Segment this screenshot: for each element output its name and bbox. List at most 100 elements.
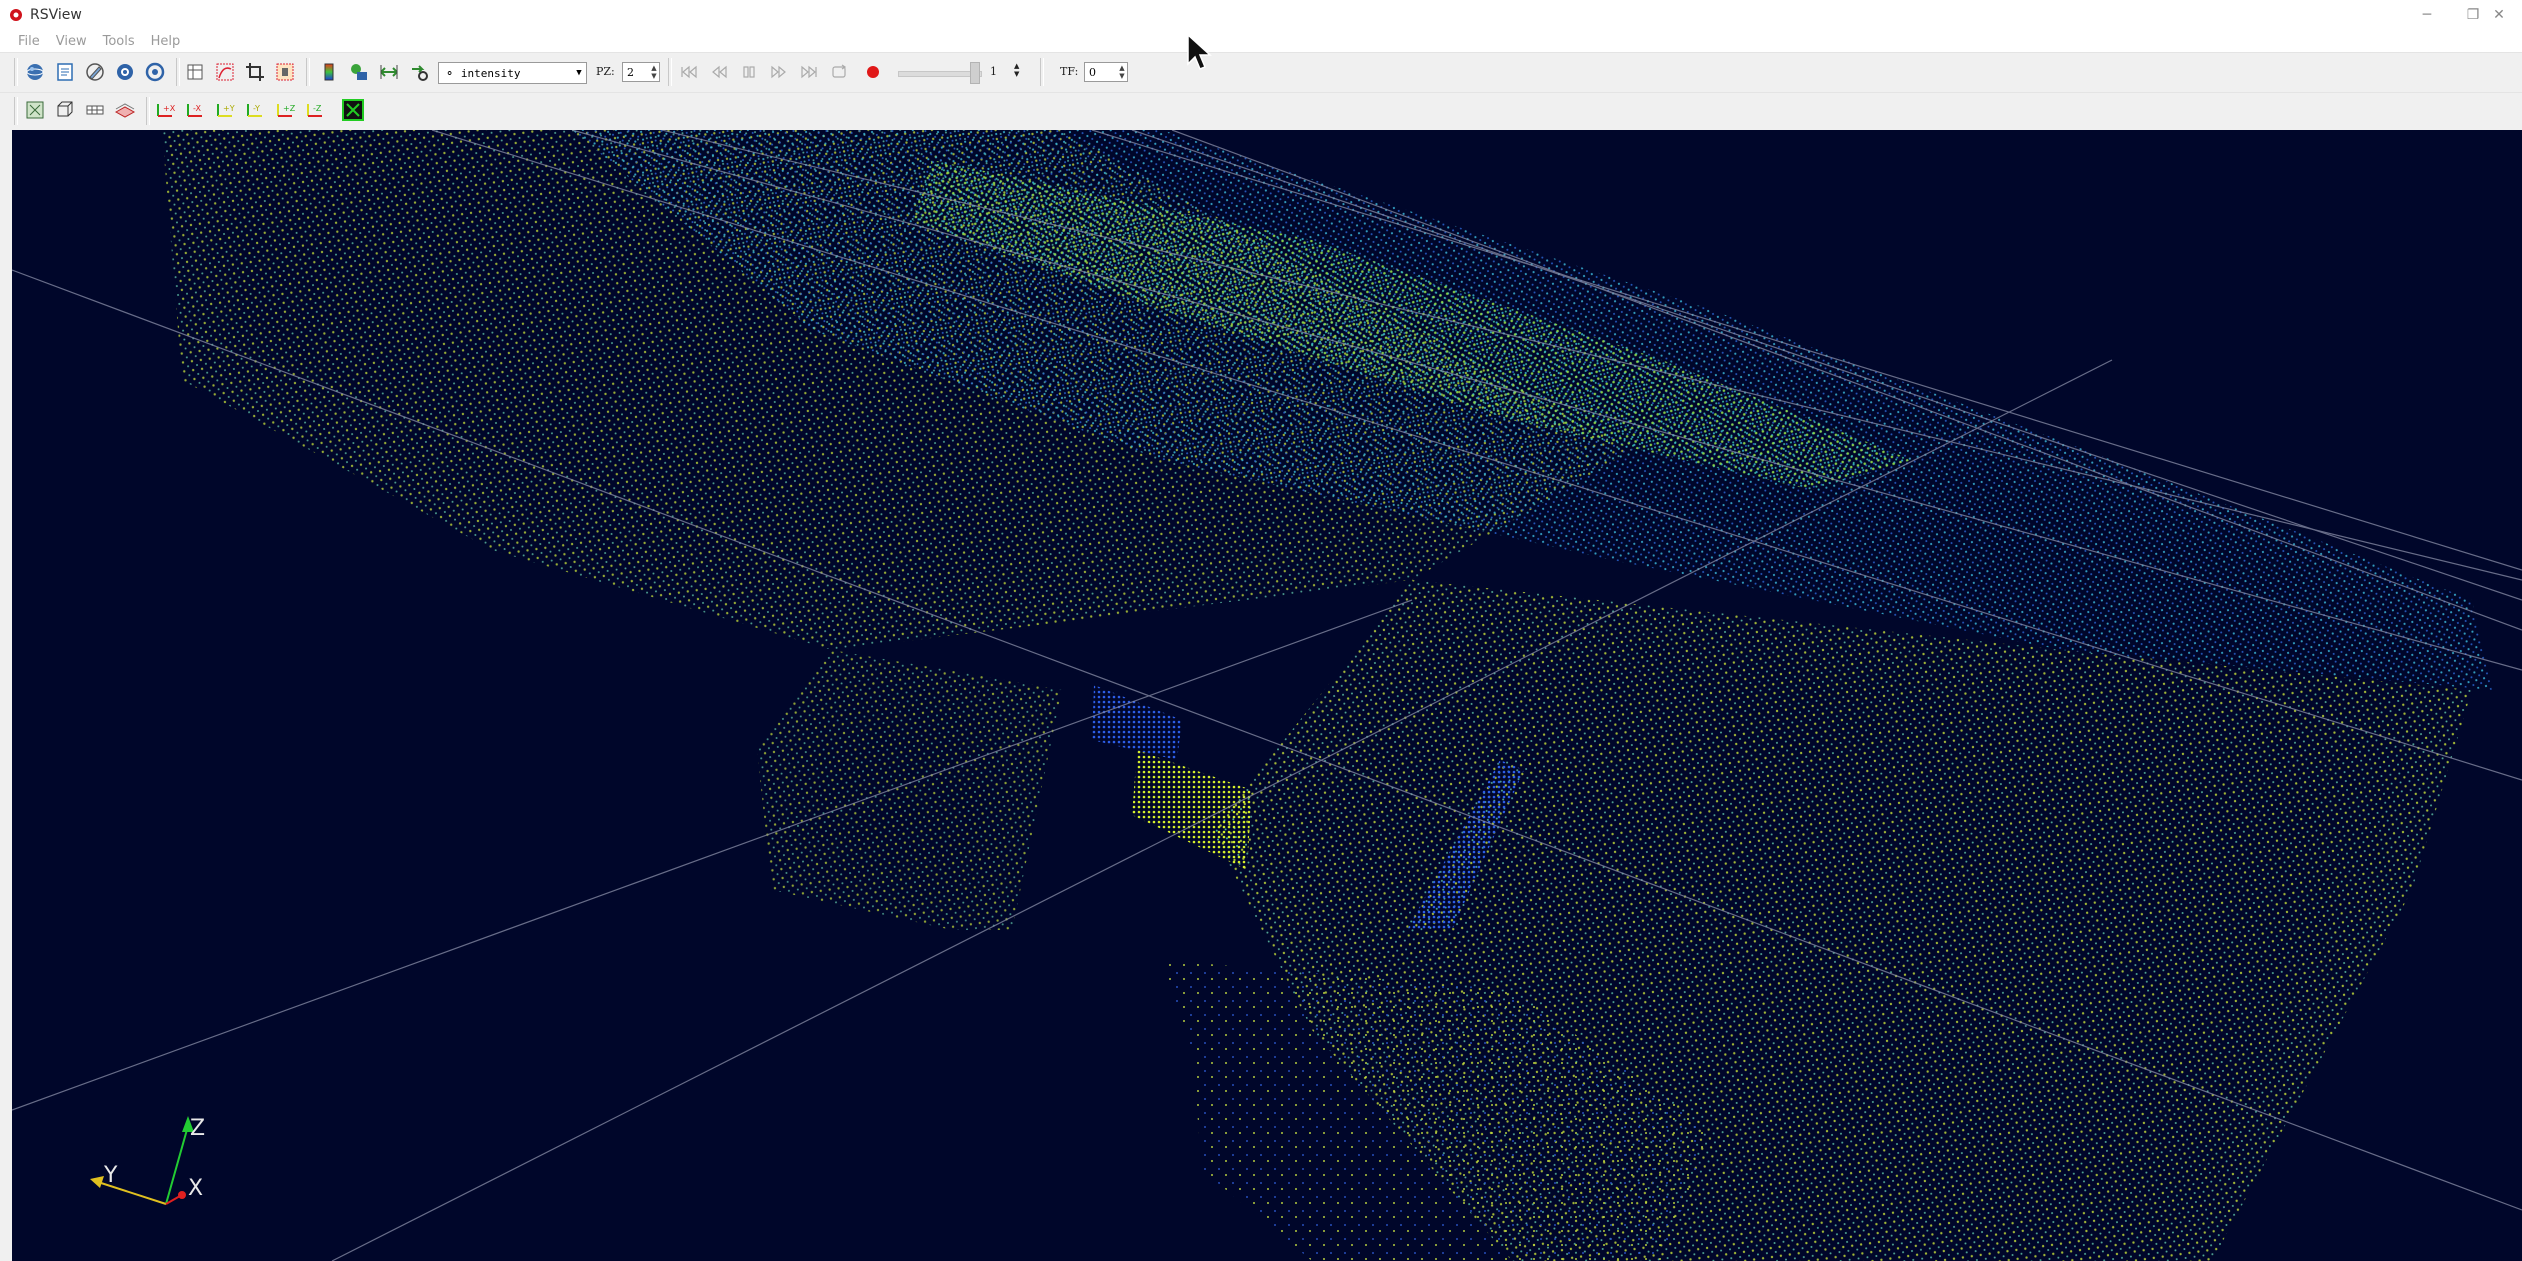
- point-cloud-canvas[interactable]: [12, 130, 2522, 1261]
- tf-label: TF:: [1060, 65, 1079, 78]
- sensor-objects-icon: [351, 64, 367, 80]
- select-points-button[interactable]: [272, 59, 298, 85]
- refresh-gear-icon: [145, 62, 165, 82]
- point-size-value: 2: [627, 65, 634, 79]
- view-minus-y-button[interactable]: -Y: [242, 97, 268, 123]
- transform-button[interactable]: [406, 59, 432, 85]
- point-size-label: PZ:: [596, 65, 615, 78]
- axis-minus-z-icon: -Z: [307, 104, 322, 117]
- reset-camera-button[interactable]: [22, 97, 48, 123]
- pause-button[interactable]: [736, 59, 762, 85]
- sensor-settings-button[interactable]: [112, 59, 138, 85]
- axis-minus-x-icon: -X: [187, 104, 202, 117]
- svg-text:+Z: +Z: [283, 104, 296, 113]
- orientation-axes-icon: [342, 99, 364, 121]
- axis-plus-x-icon: +X: [157, 104, 176, 117]
- spin-arrows-icon: ▲ ▼: [651, 64, 657, 80]
- chevron-down-icon: ▼: [576, 68, 582, 78]
- record-icon: [867, 66, 879, 78]
- rewind-icon: [712, 65, 727, 79]
- point-size-spinbox[interactable]: 2 ▲ ▼: [622, 62, 660, 82]
- spreadsheet-button[interactable]: [182, 59, 208, 85]
- cube-outline-icon: [57, 101, 73, 117]
- open-sensor-button[interactable]: [52, 59, 78, 85]
- view-plus-x-button[interactable]: +X: [152, 97, 178, 123]
- show-sensor-button[interactable]: [346, 59, 372, 85]
- close-icon: ✕: [2493, 7, 2505, 23]
- tf-value: 0: [1089, 65, 1096, 79]
- pen-icon: [86, 63, 104, 81]
- first-frame-button[interactable]: [676, 59, 702, 85]
- previous-frame-button[interactable]: [706, 59, 732, 85]
- skip-last-icon: [801, 65, 817, 79]
- chart-button[interactable]: [212, 59, 238, 85]
- menu-help[interactable]: Help: [143, 34, 189, 49]
- color-by-select[interactable]: ⚬ intensity ▼: [438, 62, 587, 84]
- object-points-blue: [1092, 685, 1182, 760]
- color-map-button[interactable]: [316, 59, 342, 85]
- axis-label-x: X: [188, 1176, 204, 1201]
- next-frame-button[interactable]: [766, 59, 792, 85]
- toolbar-separator: [1040, 58, 1044, 86]
- skip-first-icon: [681, 65, 697, 79]
- axis-label-y: Y: [104, 1163, 118, 1188]
- frame-slider-handle[interactable]: [970, 62, 980, 84]
- pause-icon: [743, 66, 755, 78]
- menu-bar: File View Tools Help: [0, 30, 2522, 52]
- calibration-button[interactable]: [82, 59, 108, 85]
- mouse-cursor-icon: [1187, 34, 1212, 70]
- color-by-value: ⚬ intensity: [445, 66, 521, 80]
- orientation-axes: [90, 1116, 194, 1205]
- toolbar-separator: [146, 97, 150, 125]
- selection-icon: [276, 63, 294, 81]
- grid-button[interactable]: [82, 97, 108, 123]
- object-points-yellow: [1132, 750, 1252, 870]
- loop-icon: [832, 64, 847, 78]
- toolbar-separator: [668, 58, 672, 86]
- frame-spin-arrows-icon[interactable]: ▲ ▼: [1014, 62, 1019, 78]
- menu-file[interactable]: File: [10, 34, 48, 49]
- gear-icon: [117, 64, 133, 80]
- toolbar-separator: [306, 58, 310, 86]
- measure-button[interactable]: [376, 59, 402, 85]
- render-view[interactable]: Z Y X: [12, 130, 2522, 1261]
- crop-icon: [246, 63, 264, 81]
- loop-button[interactable]: [826, 59, 852, 85]
- menu-view[interactable]: View: [48, 34, 95, 49]
- point-cloud-region: [757, 650, 1062, 930]
- axis-label-z: Z: [190, 1116, 206, 1141]
- view-plus-y-button[interactable]: +Y: [212, 97, 238, 123]
- view-toolbar: [0, 92, 2522, 131]
- app-logo-icon: [10, 9, 22, 21]
- frame-number: 1: [990, 65, 997, 78]
- svg-text:-X: -X: [193, 104, 201, 113]
- toolbar-separator: [176, 58, 180, 86]
- minimize-button[interactable]: ─: [2404, 0, 2450, 30]
- reset-camera-icon: [26, 101, 44, 119]
- svg-text:+X: +X: [163, 104, 176, 113]
- axis-minus-y-icon: -Y: [247, 104, 262, 117]
- minimize-icon: ─: [2422, 7, 2432, 23]
- menu-tools[interactable]: Tools: [95, 34, 143, 49]
- view-minus-x-button[interactable]: -X: [182, 97, 208, 123]
- ruler-arrows-icon: [380, 65, 398, 79]
- curve-chart-icon: [216, 63, 234, 81]
- open-file-button[interactable]: [22, 59, 48, 85]
- view-plus-z-button[interactable]: +Z: [272, 97, 298, 123]
- fast-forward-icon: [771, 65, 786, 79]
- toolbar-grip: [14, 97, 18, 125]
- projection-button[interactable]: [52, 97, 78, 123]
- view-minus-z-button[interactable]: -Z: [302, 97, 328, 123]
- close-button[interactable]: ✕: [2476, 0, 2522, 30]
- record-button[interactable]: [860, 59, 886, 85]
- crop-button[interactable]: [242, 59, 268, 85]
- orientation-axes-toggle[interactable]: [340, 97, 366, 123]
- plane-button[interactable]: [112, 97, 138, 123]
- reset-button[interactable]: [142, 59, 168, 85]
- last-frame-button[interactable]: [796, 59, 822, 85]
- plane-layers-icon: [114, 103, 136, 118]
- table-icon: [187, 64, 203, 80]
- viewport-frame: [0, 130, 12, 1261]
- tf-spinbox[interactable]: 0 ▲ ▼: [1084, 62, 1128, 82]
- title-bar: RSView ─ ❐ ✕: [0, 0, 2522, 30]
